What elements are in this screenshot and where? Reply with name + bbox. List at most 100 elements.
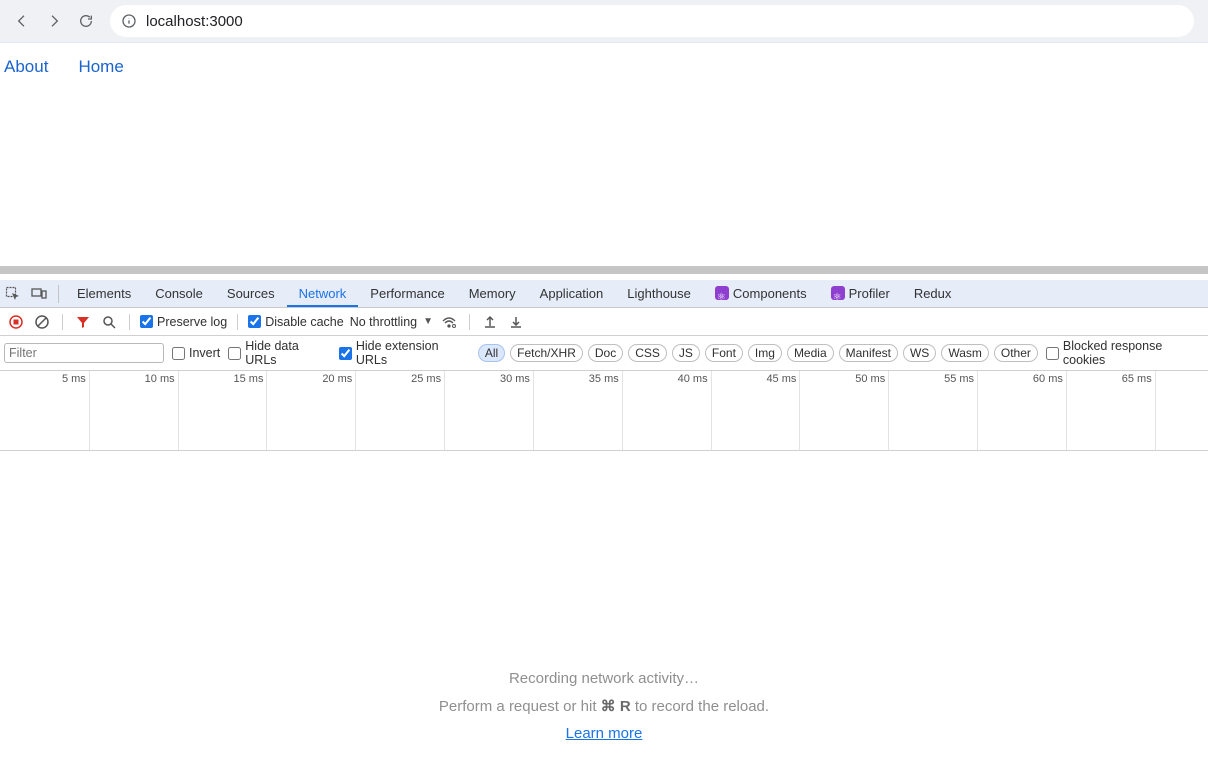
- tab-memory[interactable]: Memory: [457, 281, 528, 307]
- timeline-gridline: [178, 371, 179, 450]
- device-toolbar-button[interactable]: [26, 281, 52, 307]
- record-button[interactable]: [6, 312, 26, 332]
- network-empty-state: Recording network activity… Perform a re…: [0, 670, 1208, 742]
- timeline-gridline: [711, 371, 712, 450]
- chip-media[interactable]: Media: [787, 344, 834, 362]
- divider: [469, 314, 470, 330]
- checkbox-label: Invert: [189, 346, 220, 360]
- timeline-tick-label: 40 ms: [678, 373, 711, 385]
- page-content: About Home: [0, 43, 1208, 263]
- chip-manifest[interactable]: Manifest: [839, 344, 898, 362]
- chip-font[interactable]: Font: [705, 344, 743, 362]
- chip-css[interactable]: CSS: [628, 344, 667, 362]
- tab-application[interactable]: Application: [528, 281, 616, 307]
- timeline-tick-label: 30 ms: [500, 373, 533, 385]
- upload-har-button[interactable]: [480, 312, 500, 332]
- tab-performance[interactable]: Performance: [358, 281, 456, 307]
- divider: [237, 314, 238, 330]
- tab-profiler[interactable]: Profiler: [819, 281, 902, 307]
- checkbox-label: Blocked response cookies: [1063, 339, 1204, 367]
- throttling-select[interactable]: No throttling ▼: [350, 315, 433, 329]
- network-conditions-button[interactable]: [439, 312, 459, 332]
- hint-prefix: Perform a request or hit: [439, 698, 601, 715]
- empty-state-hint: Perform a request or hit ⌘ R to record t…: [0, 697, 1208, 715]
- devtools-tabs: Elements Console Sources Network Perform…: [0, 280, 1208, 308]
- blocked-cookies-checkbox[interactable]: Blocked response cookies: [1046, 339, 1204, 367]
- tab-label: Profiler: [849, 286, 890, 301]
- inspect-element-button[interactable]: [0, 281, 26, 307]
- timeline-overview[interactable]: 5 ms10 ms15 ms20 ms25 ms30 ms35 ms40 ms4…: [0, 371, 1208, 451]
- timeline-gridline: [266, 371, 267, 450]
- preserve-log-checkbox[interactable]: Preserve log: [140, 315, 227, 329]
- timeline-gridline: [799, 371, 800, 450]
- timeline-gridline: [355, 371, 356, 450]
- hint-shortcut: ⌘ R: [601, 698, 631, 715]
- tab-lighthouse[interactable]: Lighthouse: [615, 281, 703, 307]
- invert-checkbox[interactable]: Invert: [172, 346, 220, 360]
- chip-other[interactable]: Other: [994, 344, 1038, 362]
- timeline-tick-label: 25 ms: [411, 373, 444, 385]
- filter-toggle-button[interactable]: [73, 312, 93, 332]
- tab-sources[interactable]: Sources: [215, 281, 287, 307]
- filter-chip-group: All Fetch/XHR Doc CSS JS Font Img Media …: [478, 344, 1038, 362]
- timeline-gridline: [1066, 371, 1067, 450]
- timeline-tick-label: 5 ms: [62, 373, 89, 385]
- react-icon: [831, 286, 845, 300]
- timeline-tick-label: 50 ms: [855, 373, 888, 385]
- site-info-icon[interactable]: [120, 12, 138, 30]
- forward-button[interactable]: [40, 7, 68, 35]
- reload-button[interactable]: [72, 7, 100, 35]
- checkbox-label: Hide extension URLs: [356, 339, 470, 367]
- timeline-gridline: [1155, 371, 1156, 450]
- hint-suffix: to record the reload.: [631, 698, 769, 715]
- tab-redux[interactable]: Redux: [902, 281, 964, 307]
- chip-ws[interactable]: WS: [903, 344, 936, 362]
- url-input[interactable]: [146, 13, 1184, 30]
- network-toolbar: Preserve log Disable cache No throttling…: [0, 308, 1208, 336]
- divider: [129, 314, 130, 330]
- network-filter-bar: Invert Hide data URLs Hide extension URL…: [0, 336, 1208, 371]
- filter-input[interactable]: [4, 343, 164, 363]
- reload-icon: [78, 13, 94, 29]
- search-button[interactable]: [99, 312, 119, 332]
- chip-all[interactable]: All: [478, 344, 505, 362]
- empty-state-title: Recording network activity…: [0, 670, 1208, 687]
- chip-fetch-xhr[interactable]: Fetch/XHR: [510, 344, 583, 362]
- back-button[interactable]: [8, 7, 36, 35]
- timeline-gridline: [977, 371, 978, 450]
- hide-data-urls-checkbox[interactable]: Hide data URLs: [228, 339, 331, 367]
- timeline-gridline: [533, 371, 534, 450]
- divider: [62, 314, 63, 330]
- react-icon: [715, 286, 729, 300]
- address-bar[interactable]: [110, 5, 1194, 37]
- timeline-tick-label: 10 ms: [145, 373, 178, 385]
- tab-label: Components: [733, 286, 807, 301]
- tab-elements[interactable]: Elements: [65, 281, 143, 307]
- devtools-resize-handle[interactable]: [0, 266, 1208, 274]
- chip-doc[interactable]: Doc: [588, 344, 623, 362]
- hide-extension-urls-checkbox[interactable]: Hide extension URLs: [339, 339, 470, 367]
- tab-console[interactable]: Console: [143, 281, 215, 307]
- clear-button[interactable]: [32, 312, 52, 332]
- throttling-label: No throttling: [350, 315, 417, 329]
- timeline-tick-label: 20 ms: [322, 373, 355, 385]
- timeline-gridline: [888, 371, 889, 450]
- page-link-about[interactable]: About: [4, 57, 48, 249]
- timeline-gridline: [444, 371, 445, 450]
- timeline-tick-label: 15 ms: [234, 373, 267, 385]
- timeline-gridline: [89, 371, 90, 450]
- download-har-button[interactable]: [506, 312, 526, 332]
- divider: [58, 285, 59, 303]
- tab-components[interactable]: Components: [703, 281, 819, 307]
- chip-wasm[interactable]: Wasm: [941, 344, 989, 362]
- chevron-down-icon: ▼: [423, 316, 433, 327]
- timeline-tick-label: 55 ms: [944, 373, 977, 385]
- chip-js[interactable]: JS: [672, 344, 700, 362]
- learn-more-link[interactable]: Learn more: [566, 725, 643, 742]
- timeline-tick-label: 35 ms: [589, 373, 622, 385]
- page-link-home[interactable]: Home: [78, 57, 123, 249]
- chip-img[interactable]: Img: [748, 344, 782, 362]
- tab-network[interactable]: Network: [287, 281, 359, 307]
- disable-cache-checkbox[interactable]: Disable cache: [248, 315, 344, 329]
- timeline-tick-label: 65 ms: [1122, 373, 1155, 385]
